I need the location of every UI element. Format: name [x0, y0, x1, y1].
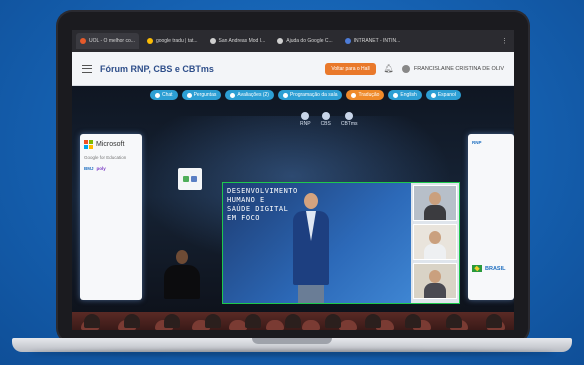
virtual-stage: Chat Perguntas Avaliações (2) Programaçã… — [72, 86, 514, 330]
star-icon — [230, 92, 236, 98]
microsoft-logo: Microsoft — [84, 140, 138, 149]
tab-label: UOL - O melhor co... — [89, 38, 135, 44]
left-sponsor-banner: Microsoft Google for Education BMJ poly — [80, 134, 142, 300]
stage-toolbar: Chat Perguntas Avaliações (2) Programaçã… — [150, 90, 461, 100]
microsoft-icon — [84, 140, 93, 149]
speaker-figure — [293, 193, 329, 303]
page-title: Fórum RNP, CBS e CBTms — [100, 63, 214, 74]
main-video-panel[interactable]: DESENVOLVIMENTO HUMANO E SAÚDE DIGITAL E… — [222, 182, 460, 304]
translation-button[interactable]: Tradução — [346, 90, 385, 100]
browser-tab[interactable]: Ajuda do Google C... — [273, 33, 336, 49]
chat-button[interactable]: Chat — [150, 90, 178, 100]
sign-language-interpreter — [164, 250, 200, 299]
question-icon — [186, 92, 192, 98]
laptop-screen: UOL - O melhor co... google tradu | tat.… — [72, 30, 514, 330]
laptop-notch — [252, 338, 332, 344]
tab-label: INTRANET - INTIN... — [353, 38, 401, 44]
uol-favicon-icon — [80, 38, 86, 44]
chat-icon — [155, 92, 160, 98]
presentation-slide: DESENVOLVIMENTO HUMANO E SAÚDE DIGITAL E… — [223, 183, 411, 303]
english-button[interactable]: English — [388, 90, 422, 100]
browser-tab[interactable]: San Andreas Mod I... — [206, 33, 270, 49]
ratings-button[interactable]: Avaliações (2) — [225, 90, 274, 100]
globe-favicon-icon — [209, 38, 216, 44]
audience-seats — [72, 312, 514, 330]
sponsor-logos-top: RNP CBS CBTms — [300, 112, 358, 127]
participant-video[interactable] — [413, 185, 457, 221]
mini-screen — [178, 168, 202, 190]
room-schedule-button[interactable]: Programação da sala — [277, 90, 343, 100]
avatar-icon — [401, 64, 410, 73]
cbtms-logo: CBTms — [341, 112, 358, 127]
hamburger-menu-icon[interactable] — [82, 64, 92, 73]
laptop-shadow — [30, 350, 554, 356]
user-name: FRANCISLAINE CRISTINA DE OLIV — [413, 65, 504, 72]
browser-tab[interactable]: google tradu | tat... — [143, 33, 202, 49]
google-education-logo: Google for Education — [84, 155, 127, 160]
calendar-icon — [282, 92, 288, 98]
questions-button[interactable]: Perguntas — [181, 90, 222, 100]
browser-tab[interactable]: UOL - O melhor co... — [76, 33, 139, 49]
translate-icon — [351, 92, 357, 98]
browser-tab-bar: UOL - O melhor co... google tradu | tat.… — [72, 30, 514, 52]
user-menu[interactable]: FRANCISLAINE CRISTINA DE OLIV — [401, 64, 504, 73]
right-sponsor-banner: RNP BRASIL — [468, 134, 514, 300]
google-favicon-icon — [146, 38, 153, 44]
brazil-flag-icon — [472, 265, 482, 272]
participant-thumbnails — [413, 185, 457, 299]
participant-video[interactable] — [413, 224, 457, 260]
tab-label: google tradu | tat... — [155, 38, 198, 44]
tab-label: Ajuda do Google C... — [286, 38, 333, 44]
flag-icon — [430, 92, 436, 98]
help-favicon-icon — [277, 38, 284, 44]
intranet-favicon-icon — [344, 38, 351, 44]
back-to-hall-button[interactable]: Voltar para o Hall — [325, 62, 376, 75]
browser-tab[interactable]: INTRANET - INTIN... — [341, 33, 405, 49]
bell-icon[interactable]: 🔔︎ — [384, 64, 394, 73]
flag-icon — [393, 92, 399, 98]
participant-video[interactable] — [413, 263, 457, 299]
spanish-button[interactable]: Espanol — [425, 90, 461, 100]
slide-title: DESENVOLVIMENTO HUMANO E SAÚDE DIGITAL E… — [227, 187, 298, 222]
cbs-logo: CBS — [321, 112, 331, 127]
app-header: Fórum RNP, CBS e CBTms Voltar para o Hal… — [72, 52, 514, 86]
rnp-logo: RNP — [472, 140, 482, 145]
slide-thumb-icon — [191, 176, 197, 182]
brasil-logo: BRASIL — [472, 265, 510, 272]
window-menu-icon[interactable]: ⋮ — [501, 37, 514, 45]
tab-label: San Andreas Mod I... — [218, 38, 266, 44]
rnp-logo: RNP — [300, 112, 311, 127]
slide-thumb-icon — [183, 176, 189, 182]
bmj-poly-logos: BMJ poly — [84, 166, 106, 171]
